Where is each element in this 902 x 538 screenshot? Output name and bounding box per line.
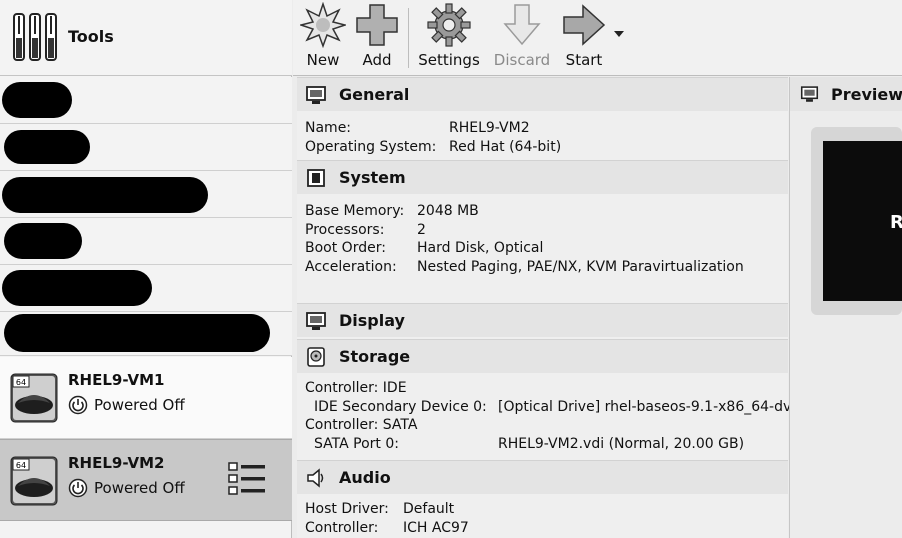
vm-name: RHEL9-VM1: [68, 371, 165, 389]
machine-tools-menu-icon[interactable]: [228, 460, 266, 498]
add-icon: [356, 4, 398, 46]
tools-icon: [13, 13, 57, 61]
vm-state-label: Powered Off: [94, 479, 185, 497]
display-header[interactable]: Display: [297, 303, 788, 337]
hard-disk-icon: [307, 346, 325, 367]
start-button[interactable]: Start: [559, 0, 609, 76]
storage-section: Storage Controller: IDE IDE Secondary De…: [297, 339, 896, 457]
detail-row: Operating System: Red Hat (64-bit): [305, 138, 562, 155]
new-button[interactable]: New: [297, 0, 349, 76]
storage-header[interactable]: Storage: [297, 339, 788, 373]
redaction-mark: [4, 223, 82, 259]
tools-item[interactable]: Tools: [0, 0, 292, 76]
preview-screen-text: R: [890, 212, 902, 233]
preview-header[interactable]: Preview: [790, 77, 902, 111]
redacted-vm-item[interactable]: [0, 171, 292, 218]
general-body: Name: RHEL9-VM2 Operating System: Red Hat …: [305, 119, 561, 156]
vm-state-label: Powered Off: [94, 396, 185, 414]
os-redhat-icon: 64: [10, 373, 58, 423]
display-section: Display: [297, 303, 788, 337]
redacted-vm-item[interactable]: [0, 124, 292, 171]
power-off-icon: [68, 395, 88, 415]
start-dropdown-chevron-icon[interactable]: [613, 28, 625, 40]
monitor-icon: [306, 85, 326, 104]
vm-state: Powered Off: [68, 478, 185, 498]
detail-row: Processors: 2: [305, 221, 426, 238]
start-arrow-icon: [563, 4, 606, 46]
redacted-vm-item[interactable]: [0, 312, 292, 356]
preview-monitor-icon: [800, 86, 819, 102]
system-body: Base Memory: 2048 MB Processors: 2 Boot Or…: [305, 202, 744, 276]
vm-list-pane: Tools 64 RHEL9-VM1 Powered Off 64 RHEL9-…: [0, 0, 292, 538]
main-toolbar: New Add Settings Discard Start: [293, 0, 902, 76]
svg-text:64: 64: [16, 378, 26, 387]
discard-button[interactable]: Discard: [491, 0, 553, 76]
power-off-icon: [68, 478, 88, 498]
redaction-mark: [4, 130, 90, 164]
redaction-mark: [2, 82, 72, 118]
vm-name: RHEL9-VM2: [68, 454, 165, 472]
vm-list-item[interactable]: 64 RHEL9-VM1 Powered Off: [0, 357, 292, 439]
general-header[interactable]: General: [297, 77, 788, 111]
system-section: System Base Memory: 2048 MB Processors: 2 …: [297, 160, 788, 300]
new-icon: [300, 2, 346, 48]
display-monitor-icon: [306, 311, 326, 330]
discard-arrow-down-icon: [503, 4, 541, 46]
redaction-mark: [2, 270, 152, 306]
redaction-mark: [4, 314, 270, 352]
redacted-vm-item[interactable]: [0, 77, 292, 124]
details-pane: General Name: RHEL9-VM2 Operating System:…: [297, 77, 896, 538]
redacted-vm-item[interactable]: [0, 218, 292, 265]
audio-section: Audio Host Driver: Default Controller: ICH…: [297, 460, 788, 538]
gear-icon: [427, 3, 471, 47]
detail-row: Controller: ICH AC97: [305, 519, 469, 536]
detail-row: Acceleration: Nested Paging, PAE/NX, KVM …: [305, 258, 744, 275]
detail-row: Host Driver: Default: [305, 501, 455, 517]
settings-button[interactable]: Settings: [417, 0, 481, 76]
detail-row: Boot Order: Hard Disk, Optical: [305, 240, 544, 256]
redaction-mark: [2, 177, 208, 213]
audio-header[interactable]: Audio: [297, 460, 788, 494]
detail-row: Name: RHEL9-VM2: [305, 120, 530, 136]
vm-list-item-selected[interactable]: 64 RHEL9-VM2 Powered Off: [0, 439, 292, 521]
chip-icon: [307, 168, 325, 187]
speaker-icon: [307, 467, 324, 488]
toolbar-separator: [408, 8, 409, 68]
os-redhat-icon: 64: [10, 456, 58, 506]
vm-state: Powered Off: [68, 395, 185, 415]
redacted-vm-item[interactable]: [0, 265, 292, 312]
tools-label: Tools: [68, 27, 114, 46]
svg-text:64: 64: [16, 461, 26, 470]
general-section: General Name: RHEL9-VM2 Operating System:…: [297, 77, 788, 157]
audio-body: Host Driver: Default Controller: ICH AC97: [305, 500, 469, 537]
system-header[interactable]: System: [297, 160, 788, 194]
add-button[interactable]: Add: [353, 0, 401, 76]
detail-row: Base Memory: 2048 MB: [305, 203, 479, 219]
